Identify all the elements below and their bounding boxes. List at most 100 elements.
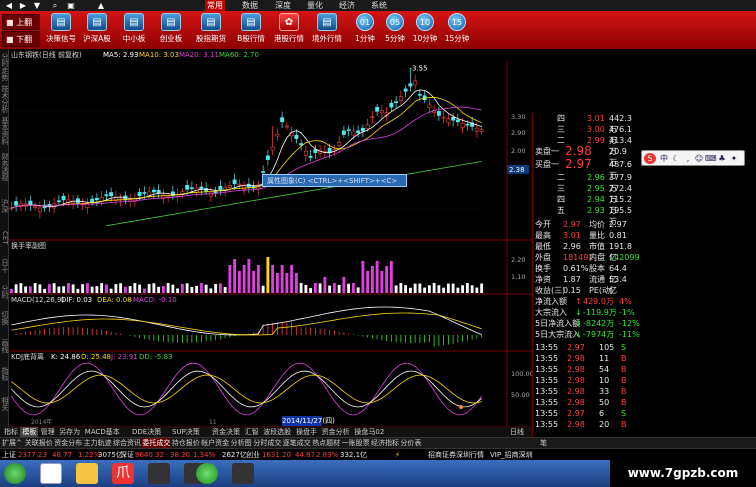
- flow-pct: -1%: [619, 308, 635, 317]
- volume-bar: [209, 288, 213, 293]
- toolbar-button-1[interactable]: ▤ 沪深A股: [78, 13, 116, 47]
- left-tab-0[interactable]: 分时走势: [0, 53, 9, 81]
- menu-item-经济[interactable]: 经济: [337, 0, 357, 11]
- indicator-tab-1[interactable]: 模板: [20, 427, 39, 437]
- tools-icon[interactable]: ✦: [729, 153, 739, 164]
- indicator-tab-7[interactable]: 资金决策: [210, 427, 242, 437]
- punct-icon[interactable]: ,: [683, 153, 693, 164]
- toolbar-button-5[interactable]: ▤ B股行情: [232, 13, 270, 47]
- indicator-tab-11[interactable]: 资金分析: [320, 427, 352, 437]
- indicator-tab-4[interactable]: MACD基本: [83, 427, 122, 437]
- candle-body: [299, 143, 304, 146]
- toolbar-button-0[interactable]: ▤ 决策信号: [42, 13, 80, 47]
- quote-row: 最高 3.01 量比 0.81: [533, 230, 633, 241]
- ime-toolbar[interactable]: S 中 ☾ , ☺ ⌨ ♣ ✦: [641, 150, 745, 166]
- ie-icon[interactable]: [40, 463, 62, 484]
- page-down-button[interactable]: ■ 下翻: [2, 31, 40, 47]
- quote-row: 最低 2.96 市值 191.8亿: [533, 241, 633, 262]
- flow-arrow: ↓: [575, 330, 582, 339]
- volume-bar: [9, 289, 13, 293]
- indicator-tab-6[interactable]: SUP决策: [170, 427, 202, 437]
- menu-item-系统[interactable]: 系统: [369, 0, 389, 11]
- os-taskbar: 爪: [0, 460, 610, 487]
- left-tab-7[interactable]: 分时: [0, 285, 9, 299]
- volume-bar: [242, 265, 246, 293]
- menu-item-量化[interactable]: 量化: [305, 0, 325, 11]
- volume-bar: [152, 283, 156, 293]
- tick-price: 2.98: [567, 420, 585, 429]
- back-icon[interactable]: ◀: [2, 0, 16, 11]
- left-tab-9[interactable]: 画线: [0, 339, 9, 353]
- toolbar-button-6[interactable]: ✿ 港股行情: [270, 13, 308, 47]
- indicator-tab-3[interactable]: 另存为: [57, 427, 82, 437]
- keyboard-icon[interactable]: ⌨: [705, 153, 717, 164]
- kdj-header-text: KDJ底背离: [11, 352, 44, 361]
- candle-body: [189, 187, 194, 189]
- indicator-tab-2[interactable]: 管理: [39, 427, 57, 437]
- app-icon-6[interactable]: [232, 463, 254, 484]
- stock-app-icon[interactable]: 爪: [112, 463, 134, 484]
- indicator-tab-0[interactable]: 指标: [2, 427, 20, 437]
- sogou-icon[interactable]: S: [644, 153, 656, 164]
- folder-icon[interactable]: [76, 463, 98, 484]
- window-icon[interactable]: ▣: [64, 0, 78, 11]
- left-tab-4[interactable]: 沪深: [0, 199, 9, 213]
- dropdown-icon[interactable]: ▼: [30, 0, 44, 11]
- left-tab-1[interactable]: 技术分析: [0, 85, 9, 113]
- left-tab-11[interactable]: 相关: [0, 397, 9, 411]
- menu-item-深度[interactable]: 深度: [273, 0, 293, 11]
- flower-icon: ✿: [279, 13, 299, 31]
- volume-bar: [66, 283, 70, 293]
- quote-value: 0.15: [563, 286, 581, 295]
- volume-bar: [408, 287, 412, 293]
- forward-icon[interactable]: ▶: [16, 0, 30, 11]
- skin-icon[interactable]: ♣: [717, 153, 727, 164]
- menu-item-数据[interactable]: 数据: [240, 0, 260, 11]
- up-icon[interactable]: ▲: [94, 0, 108, 11]
- stock-chart[interactable]: 山东钢铁(日线 前复权) MA5: 2.93 MA10: 3.03 MA20: 3.1…: [9, 49, 541, 427]
- indicator-tab-10[interactable]: 操盘手: [294, 427, 319, 437]
- start-icon[interactable]: [4, 463, 26, 484]
- left-tab-8[interactable]: 切换: [0, 311, 9, 325]
- indicator-tab-9[interactable]: 波段选股: [261, 427, 293, 437]
- refresh-icon[interactable]: [196, 463, 218, 484]
- terminal-icon[interactable]: [148, 463, 170, 484]
- volume-bar: [157, 286, 161, 293]
- volume-bar: [332, 283, 336, 293]
- candle-body: [109, 192, 114, 197]
- toolbar-button-4[interactable]: ▤ 股指期货: [192, 13, 230, 47]
- flow-pct: -11%: [619, 330, 640, 339]
- left-tab-3[interactable]: 财务透视: [0, 153, 9, 181]
- indicator-tab-8[interactable]: 汇智: [243, 427, 261, 437]
- macd-header-text: DIF: 0.03: [61, 296, 92, 304]
- tick-price: 2.98: [567, 365, 585, 374]
- indicator-tab-5[interactable]: DDE决策: [130, 427, 163, 437]
- volume-bar: [214, 283, 218, 293]
- kdj-axis-label: 50.00: [511, 391, 530, 399]
- bid-level: 五: [557, 206, 565, 215]
- page-up-button[interactable]: ■ 上翻: [2, 14, 40, 30]
- left-tab-6[interactable]: 日十: [0, 259, 9, 273]
- right-tab-daily[interactable]: 日线: [508, 427, 526, 437]
- left-tab-5[interactable]: CET: [0, 231, 9, 245]
- kdj-signal-marker: [459, 405, 463, 409]
- candle-body: [265, 155, 270, 160]
- menu-item-常用[interactable]: 常用: [205, 0, 225, 11]
- moon-icon[interactable]: ☾: [671, 153, 681, 164]
- function-tab-bar: 扩展^ 关联报价 资金分布 主力轨迹 综合资讯 委托成交 持仓报价 帐户资金 分析图 分时成交 逐笔…: [0, 437, 756, 449]
- smile-icon[interactable]: ☺: [694, 153, 704, 164]
- indicator-tab-12[interactable]: 操盘马02: [352, 427, 386, 437]
- volume-bar: [375, 261, 379, 293]
- candle-body: [460, 123, 465, 128]
- toolbar-button-3[interactable]: ▤ 创业板: [152, 13, 190, 47]
- tick-time: 13:55: [535, 420, 559, 429]
- toolbar-button-2[interactable]: ▤ 中小板: [115, 13, 153, 47]
- chinese-mode-icon[interactable]: 中: [659, 153, 669, 164]
- toolbar-button-11[interactable]: 15 15分钟: [438, 13, 476, 47]
- flow-row: 净流入额 ↑ 429.0万 4%: [533, 296, 633, 307]
- search-icon[interactable]: ⌕: [48, 0, 62, 11]
- left-tab-10[interactable]: 指标: [0, 367, 9, 381]
- toolbar-button-7[interactable]: ▤ 境外行情: [308, 13, 346, 47]
- left-tab-2[interactable]: 基本资料: [0, 117, 9, 145]
- volume-bar: [237, 271, 241, 293]
